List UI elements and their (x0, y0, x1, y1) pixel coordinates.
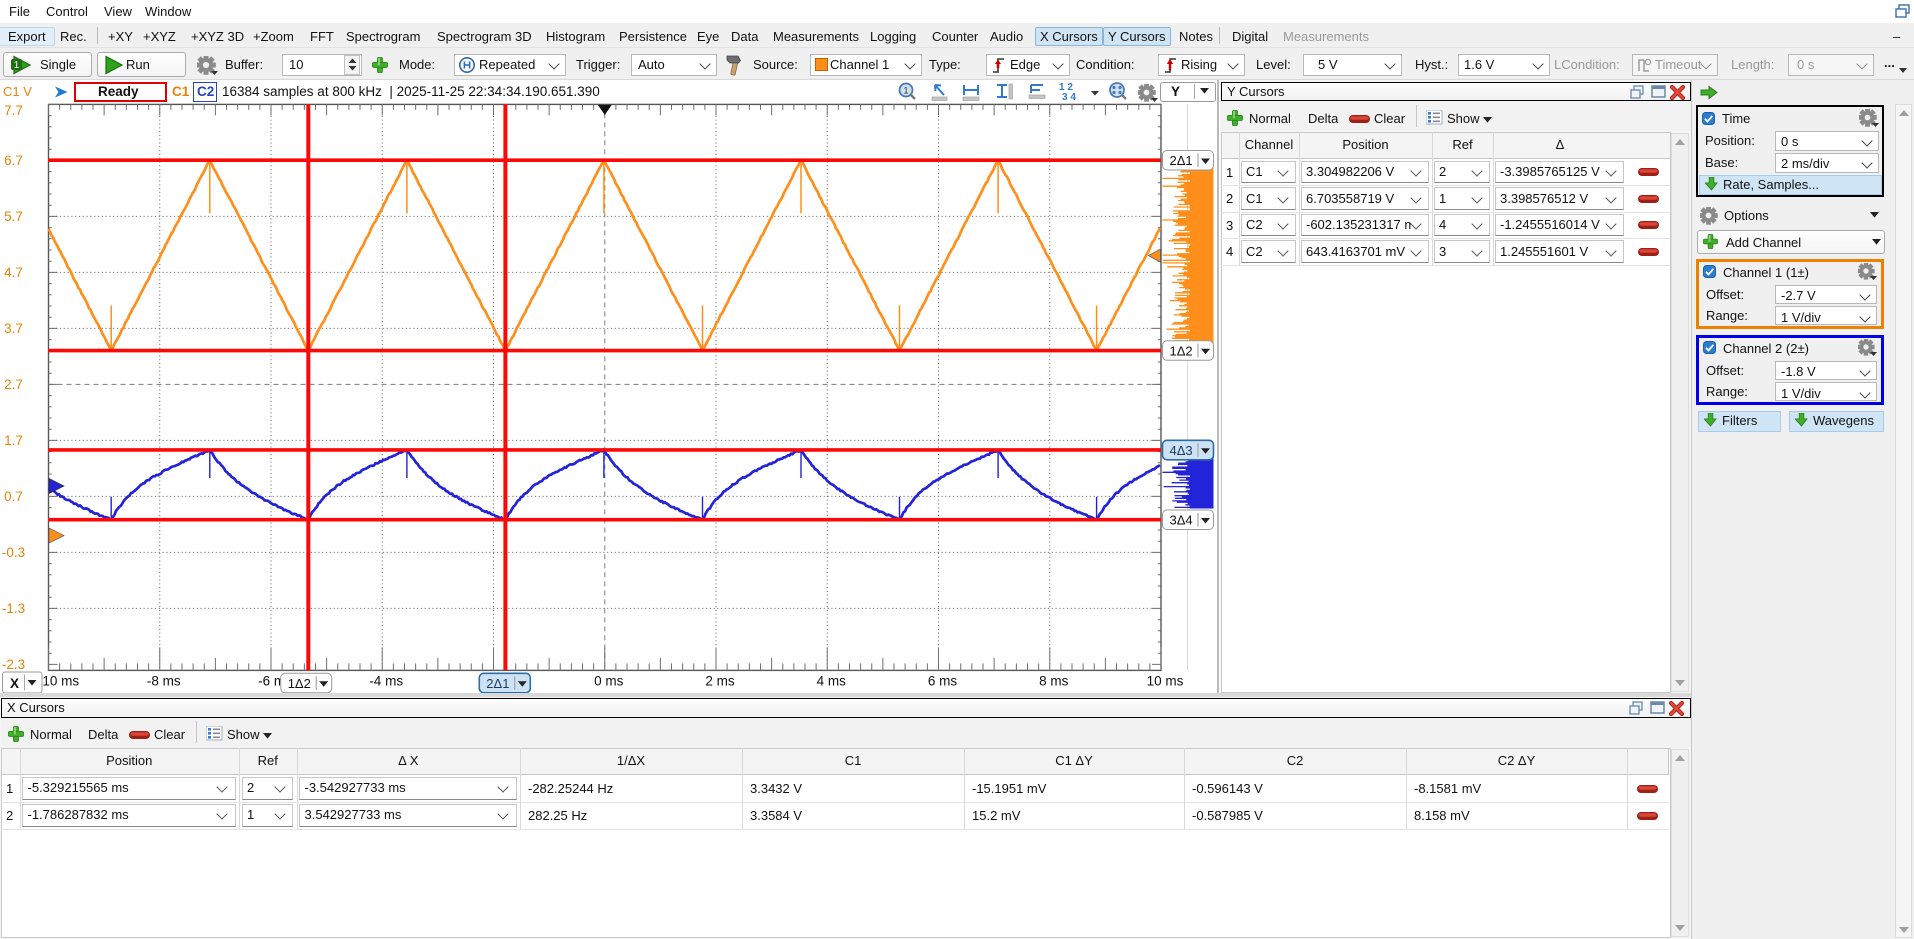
svg-text:2 ms: 2 ms (705, 674, 735, 689)
svg-text:1: 1 (14, 60, 20, 71)
svg-text:-10 ms: -10 ms (38, 674, 80, 689)
svg-text:1Δ2: 1Δ2 (288, 676, 311, 691)
svg-text:-0.3: -0.3 (2, 545, 25, 560)
svg-text:8 ms: 8 ms (1039, 674, 1069, 689)
svg-text:0 ms: 0 ms (594, 674, 624, 689)
svg-text:4Δ3: 4Δ3 (1170, 443, 1193, 458)
svg-text:1: 1 (903, 86, 908, 96)
svg-text:2Δ1: 2Δ1 (1170, 153, 1193, 168)
svg-text:2Δ1: 2Δ1 (486, 676, 509, 691)
svg-text:1.7: 1.7 (4, 433, 23, 448)
svg-text:4 ms: 4 ms (817, 674, 847, 689)
svg-text:6.7: 6.7 (4, 153, 23, 168)
svg-text:3.7: 3.7 (4, 321, 23, 336)
svg-text:3 4: 3 4 (1062, 92, 1076, 103)
svg-text:X: X (10, 676, 19, 691)
svg-text:-8 ms: -8 ms (147, 674, 181, 689)
svg-text:10 ms: 10 ms (1147, 674, 1184, 689)
svg-text:5.7: 5.7 (4, 209, 23, 224)
svg-text:1Δ2: 1Δ2 (1170, 343, 1193, 358)
svg-text:-1.3: -1.3 (2, 601, 25, 616)
svg-text:7.7: 7.7 (4, 103, 23, 118)
svg-text:4.7: 4.7 (4, 265, 23, 280)
svg-text:2.7: 2.7 (4, 377, 23, 392)
svg-text:6 ms: 6 ms (928, 674, 958, 689)
svg-text:-4 ms: -4 ms (369, 674, 403, 689)
svg-text:-2.3: -2.3 (2, 657, 25, 672)
svg-text:3Δ4: 3Δ4 (1170, 513, 1193, 528)
svg-text:0.7: 0.7 (4, 489, 23, 504)
